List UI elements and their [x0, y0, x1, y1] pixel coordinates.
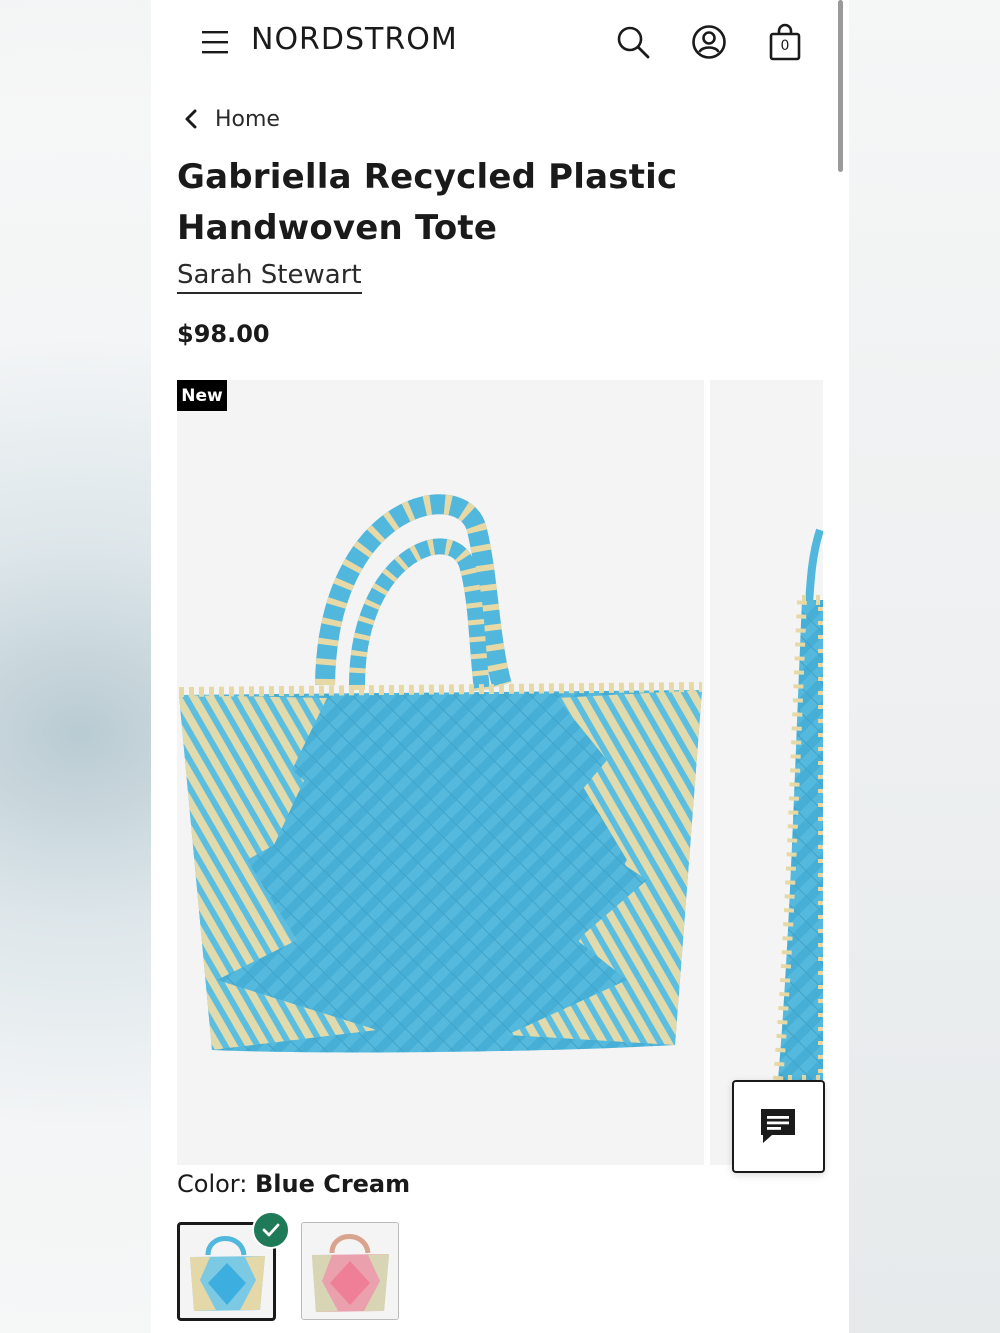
color-value: Blue Cream — [254, 1170, 411, 1198]
selected-check-badge — [252, 1211, 290, 1249]
chat-button[interactable] — [732, 1080, 825, 1173]
color-label: Color: — [177, 1170, 248, 1198]
product-title: Gabriella Recycled Plastic Handwoven Tot… — [177, 157, 678, 248]
product-price: $98.00 — [177, 320, 270, 348]
breadcrumb-home-label: Home — [215, 106, 280, 132]
search-icon[interactable] — [615, 24, 651, 60]
product-page: NORDSTROM 0 Home Gabriella Recycled Plas… — [151, 0, 849, 1333]
bag-count: 0 — [780, 38, 790, 54]
menu-icon[interactable] — [201, 28, 229, 56]
product-image-main[interactable] — [177, 380, 704, 1165]
chevron-left-icon — [185, 109, 197, 129]
brand-logo[interactable]: NORDSTROM — [251, 22, 458, 57]
chat-icon — [761, 1109, 795, 1143]
pink-swatch-image — [312, 1234, 389, 1312]
color-selection-label: Color: Blue Cream — [177, 1170, 410, 1198]
product-image-next[interactable] — [710, 380, 823, 1165]
tote-side-image — [772, 528, 823, 1085]
swatch-pink[interactable] — [301, 1222, 399, 1320]
page-scrollbar[interactable] — [838, 0, 843, 172]
tote-image — [178, 494, 703, 1053]
breadcrumb[interactable]: Home — [181, 104, 280, 134]
account-icon[interactable] — [691, 24, 727, 60]
check-icon — [262, 1223, 280, 1237]
brand-link[interactable]: Sarah Stewart — [177, 260, 362, 294]
right-backdrop — [849, 0, 1000, 1333]
new-badge: New — [177, 380, 227, 411]
